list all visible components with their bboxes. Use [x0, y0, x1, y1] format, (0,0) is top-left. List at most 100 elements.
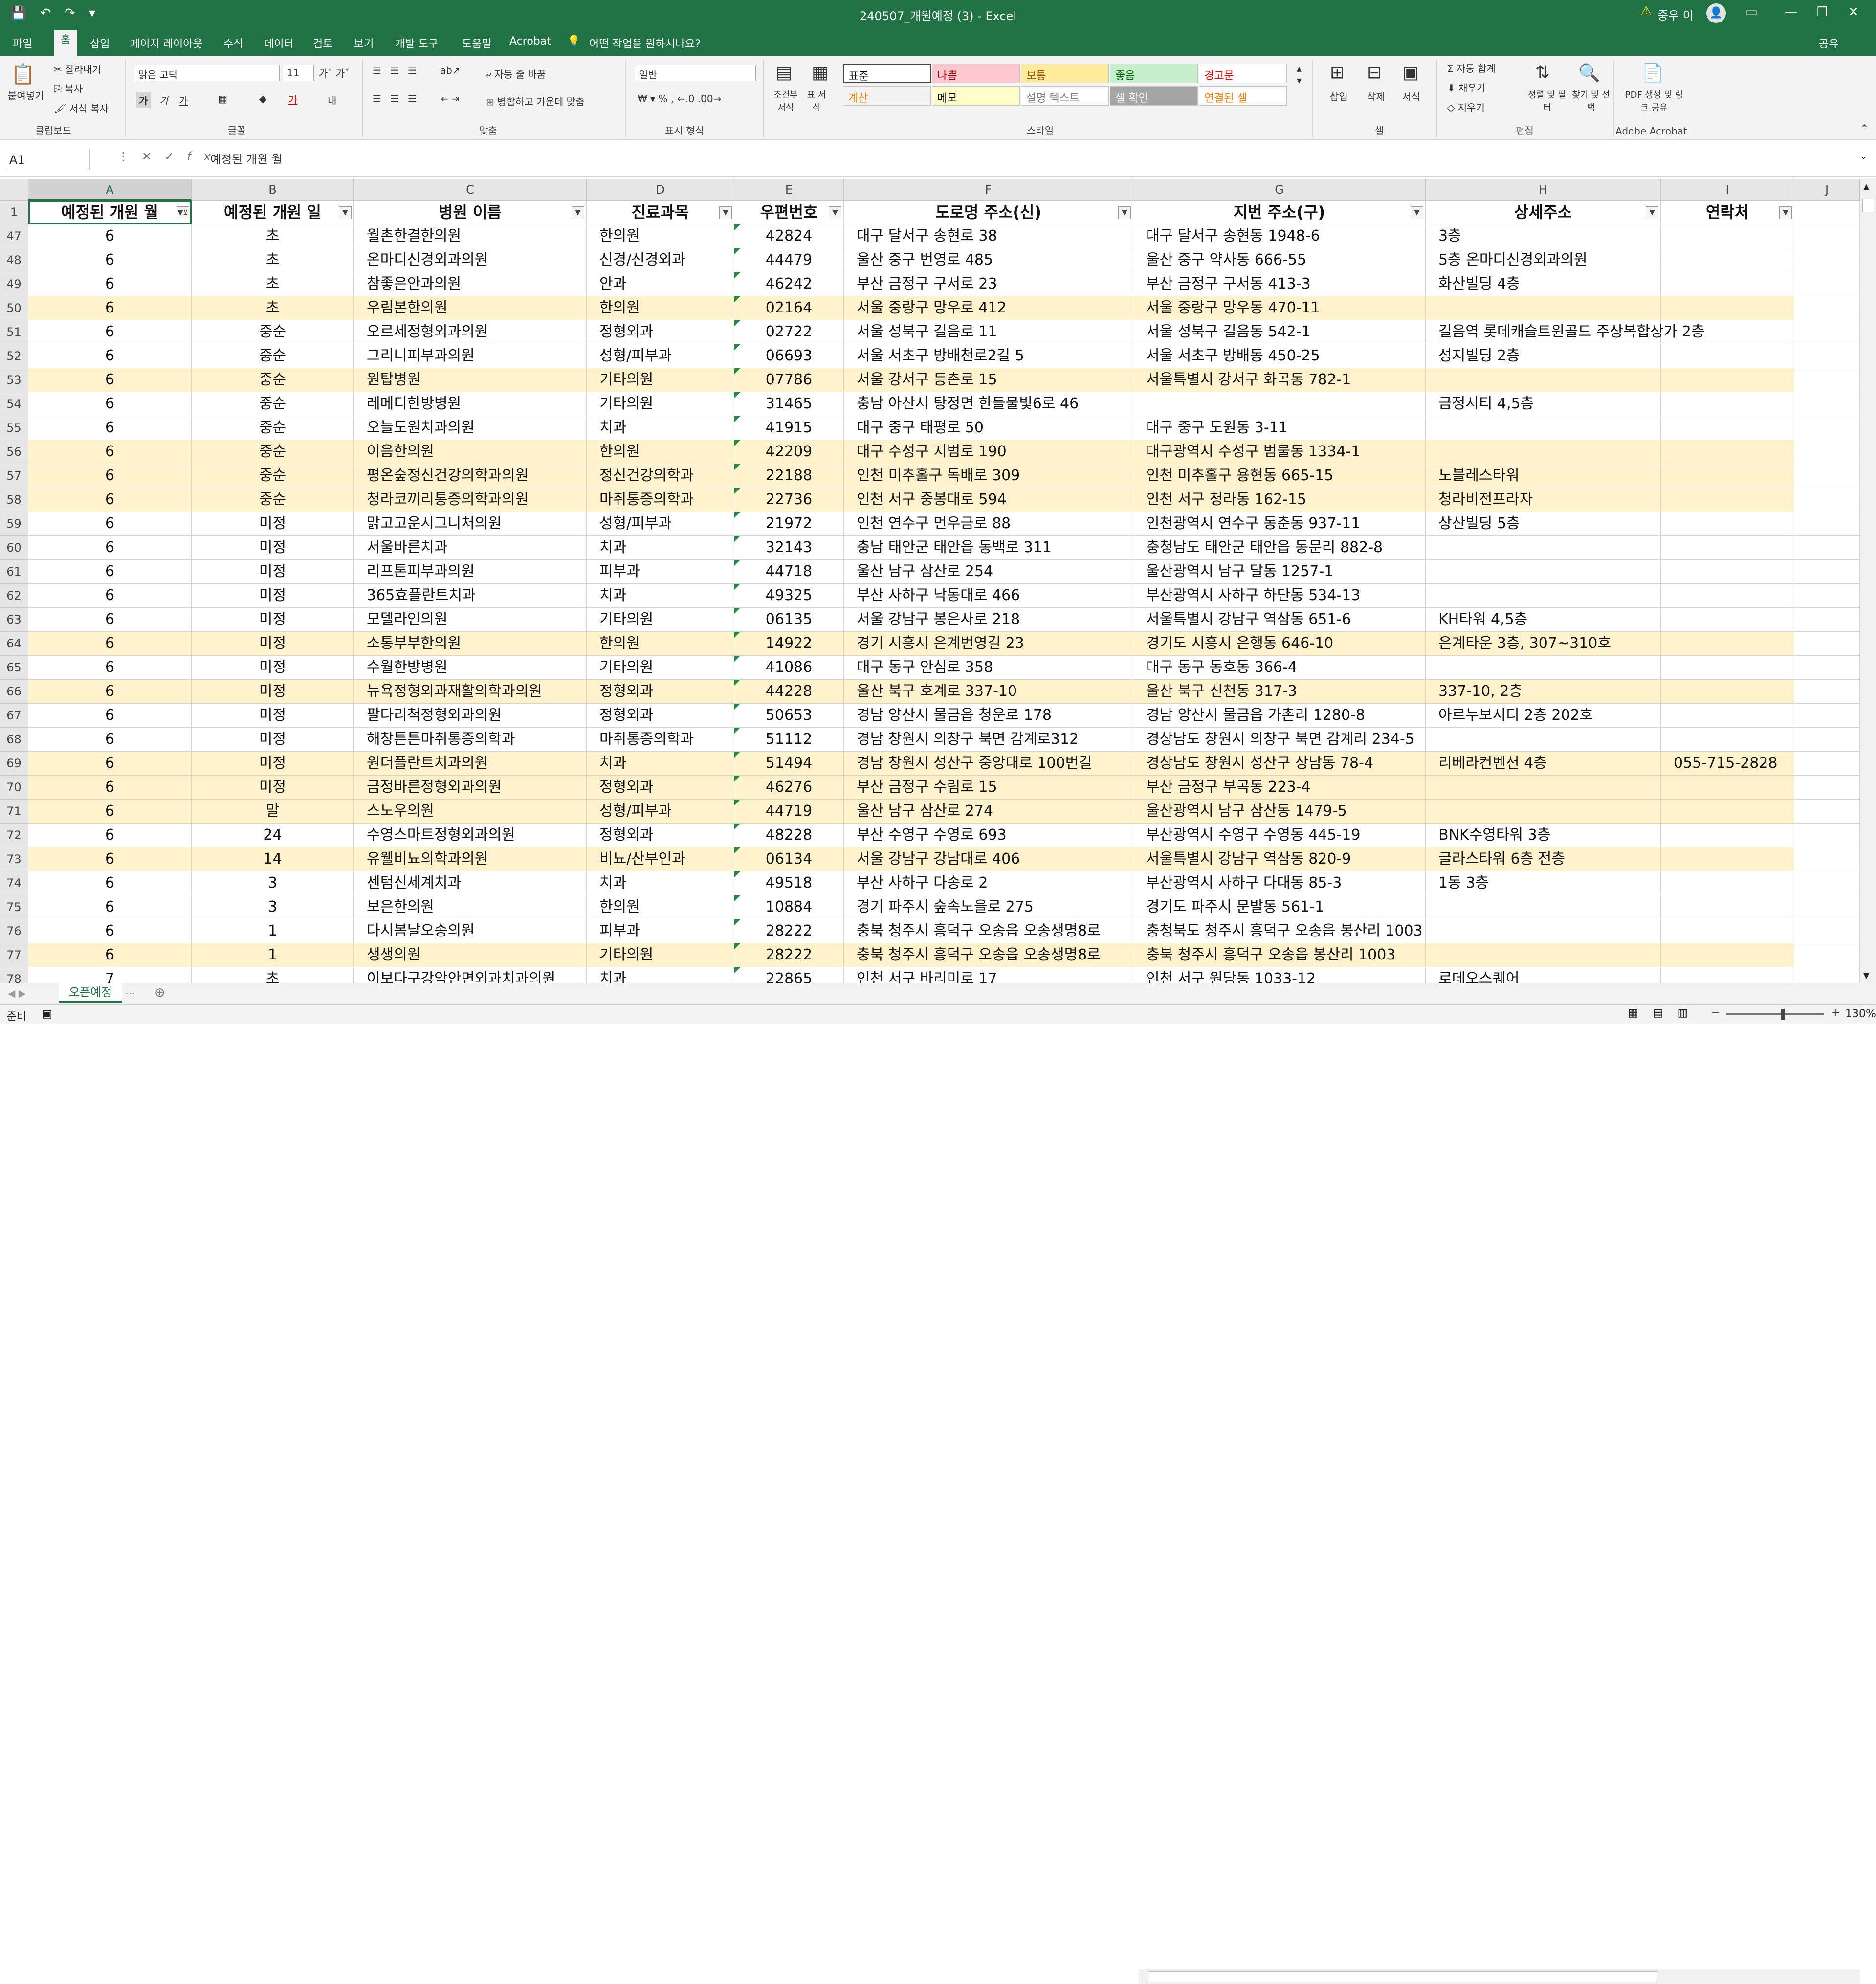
table-cell[interactable]: 이음한의원 [354, 440, 587, 464]
table-cell[interactable]: 서울 강서구 등촌로 15 [844, 368, 1133, 392]
table-cell[interactable]: 42824 [734, 224, 844, 248]
table-cell[interactable]: 기타의원 [587, 368, 734, 392]
table-cell[interactable]: 06693 [734, 344, 844, 368]
table-cell[interactable]: 대구 달서구 송현로 38 [844, 224, 1133, 248]
table-cell[interactable]: 충청북도 청주시 흥덕구 오송읍 봉산리 1003 [1133, 919, 1426, 943]
table-cell[interactable]: 경기도 시흥시 은행동 646-10 [1133, 632, 1426, 656]
delete-cells-button[interactable]: 삭제 [1367, 89, 1385, 103]
horizontal-scrollbar[interactable] [1139, 1969, 1860, 1984]
row-header[interactable]: 51 [0, 320, 28, 344]
table-cell[interactable] [1426, 943, 1661, 967]
vertical-scrollbar[interactable]: ▲ ▼ [1860, 179, 1876, 983]
table-cell[interactable]: 온마디신경외과의원 [354, 248, 587, 272]
table-cell[interactable] [1661, 392, 1794, 416]
table-cell[interactable]: 안과 [587, 272, 734, 296]
table-cell[interactable]: 31465 [734, 392, 844, 416]
table-cell[interactable] [1794, 584, 1860, 608]
table-cell[interactable]: 6 [28, 584, 192, 608]
table-cell[interactable]: 49325 [734, 584, 844, 608]
table-cell[interactable]: 41915 [734, 416, 844, 440]
row-header[interactable]: 75 [0, 895, 28, 919]
table-cell[interactable]: 중순 [192, 320, 354, 344]
table-cell[interactable]: 미정 [192, 728, 354, 752]
table-cell[interactable]: 6 [28, 488, 192, 512]
ribbon-display-icon[interactable]: ▭ [1745, 5, 1758, 20]
number-as-text-indicator[interactable] [734, 776, 740, 781]
table-cell[interactable] [1794, 488, 1860, 512]
table-cell[interactable] [1794, 560, 1860, 584]
table-cell[interactable]: 초 [192, 224, 354, 248]
column-header-col-e[interactable]: E [734, 179, 844, 201]
table-cell[interactable] [1426, 416, 1661, 440]
tab-formulas[interactable]: 수식 [223, 35, 243, 51]
number-as-text-indicator[interactable] [734, 824, 740, 829]
table-cell[interactable]: 초 [192, 272, 354, 296]
table-cell[interactable]: 6 [28, 464, 192, 488]
table-cell[interactable]: 6 [28, 752, 192, 776]
table-cell[interactable]: 원탑병원 [354, 368, 587, 392]
cell-style-9[interactable]: 연결된 셀 [1199, 86, 1287, 106]
number-as-text-indicator[interactable] [734, 296, 740, 302]
table-cell[interactable]: 한의원 [587, 224, 734, 248]
table-cell[interactable]: 서울 성북구 길음로 11 [844, 320, 1133, 344]
format-painter-button[interactable]: 🖌 서식 복사 [54, 101, 109, 115]
table-cell[interactable] [1794, 248, 1860, 272]
table-cell[interactable]: 청라비전프라자 [1426, 488, 1661, 512]
table-cell[interactable]: 신경/신경외과 [587, 248, 734, 272]
table-cell[interactable]: 우림본한의원 [354, 296, 587, 320]
number-format-select[interactable]: 일반 [635, 65, 756, 81]
indent-icons[interactable]: ⇤ ⇥ [440, 93, 460, 105]
table-cell[interactable]: 울산 중구 번영로 485 [844, 248, 1133, 272]
add-sheet-icon[interactable]: ⊕ [154, 985, 165, 1000]
clear-button[interactable]: ◇ 지우기 [1447, 100, 1485, 114]
table-cell[interactable]: 06135 [734, 608, 844, 632]
user-name[interactable]: 중우 이 [1657, 6, 1694, 23]
header-cell[interactable]: 예정된 개원 일 ▼ [192, 201, 354, 224]
table-cell[interactable]: 성형/피부과 [587, 344, 734, 368]
cell-style-5[interactable]: 계산 [843, 86, 931, 106]
table-cell[interactable]: 중순 [192, 392, 354, 416]
table-cell[interactable]: 1 [192, 943, 354, 967]
table-cell[interactable] [1794, 752, 1860, 776]
table-cell[interactable] [1794, 871, 1860, 895]
row-header[interactable]: 65 [0, 656, 28, 680]
table-cell[interactable]: 부산 사하구 낙동대로 466 [844, 584, 1133, 608]
table-cell[interactable]: 경기 시흥시 은계번영길 23 [844, 632, 1133, 656]
column-header-col-f[interactable]: F [844, 179, 1133, 201]
table-cell[interactable]: 기타의원 [587, 392, 734, 416]
table-cell[interactable] [1661, 895, 1794, 919]
number-as-text-indicator[interactable] [734, 248, 740, 254]
number-as-text-indicator[interactable] [734, 967, 740, 973]
table-cell[interactable] [1661, 656, 1794, 680]
table-cell[interactable] [1794, 392, 1860, 416]
font-name-select[interactable]: 맑은 고딕 [134, 65, 280, 81]
table-cell[interactable]: 서울 강남구 봉은사로 218 [844, 608, 1133, 632]
row-header[interactable]: 64 [0, 632, 28, 656]
table-cell[interactable] [1661, 584, 1794, 608]
column-header-col-a[interactable]: A [28, 179, 192, 201]
table-cell[interactable]: 대구 동구 안심로 358 [844, 656, 1133, 680]
table-cell[interactable]: 미정 [192, 512, 354, 536]
number-as-text-indicator[interactable] [734, 871, 740, 877]
filter-dropdown-icon[interactable]: ▼ [829, 206, 841, 219]
table-cell[interactable]: 치과 [587, 536, 734, 560]
table-cell[interactable]: 성형/피부과 [587, 800, 734, 824]
table-cell[interactable]: 상산빌딩 5층 [1426, 512, 1661, 536]
tab-data[interactable]: 데이터 [264, 35, 294, 51]
row-header[interactable]: 52 [0, 344, 28, 368]
table-cell[interactable]: 수월한방병원 [354, 656, 587, 680]
table-cell[interactable]: 말 [192, 800, 354, 824]
border-icon[interactable]: ▦ [218, 93, 227, 105]
horizontal-scroll-thumb[interactable] [1149, 1971, 1657, 1982]
formula-input[interactable]: 예정된 개원 월 [210, 150, 283, 167]
number-as-text-indicator[interactable] [734, 344, 740, 350]
select-all-corner[interactable] [0, 179, 28, 201]
create-pdf-button[interactable]: PDF 생성 및 링크 공유 [1622, 88, 1686, 113]
table-cell[interactable]: 6 [28, 512, 192, 536]
table-cell[interactable] [1794, 344, 1860, 368]
table-cell[interactable]: 정형외과 [587, 704, 734, 728]
zoom-out-icon[interactable]: − [1711, 1007, 1720, 1019]
table-cell[interactable] [1794, 728, 1860, 752]
table-cell[interactable]: 대구 동구 동호동 366-4 [1133, 656, 1426, 680]
table-cell[interactable]: 경남 창원시 의창구 북면 감계로312 [844, 728, 1133, 752]
